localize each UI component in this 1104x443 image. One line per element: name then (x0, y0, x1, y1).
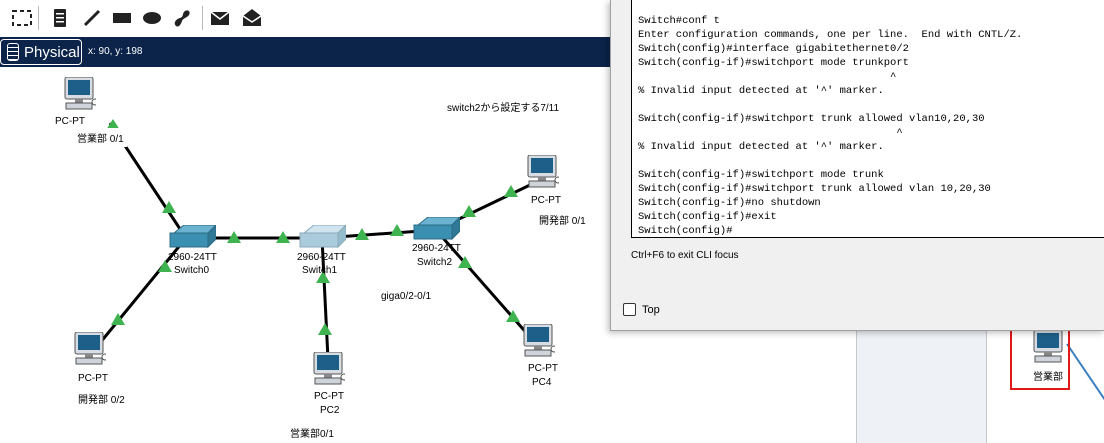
top-checkbox-box[interactable] (623, 303, 636, 316)
topology-canvas[interactable]: PC-PT 営業部 0/1 PC-PT 開発部 0/2 PC-PT PC2 営業… (0, 67, 612, 443)
physical-mode-label: Physical (24, 43, 80, 61)
note-icon[interactable] (48, 6, 72, 30)
switch1-device[interactable] (298, 223, 348, 251)
selection-highlight (1010, 322, 1070, 390)
complex-pdu-icon[interactable] (240, 6, 264, 30)
pc0-note[interactable]: 営業部 0/1 (74, 128, 127, 147)
physical-icon (7, 43, 19, 61)
marquee-icon[interactable] (10, 6, 34, 30)
cli-terminal[interactable]: Switch#conf t Enter configuration comman… (631, 0, 1104, 238)
link-light (318, 323, 332, 335)
pc1-note[interactable]: 開発部 0/2 (75, 389, 128, 408)
simple-pdu-icon[interactable] (208, 6, 232, 30)
switch1-model-label: 2960-24TT (297, 252, 346, 263)
toolbar-separator (38, 6, 39, 30)
cli-window: Switch#conf t Enter configuration comman… (610, 0, 1104, 331)
switch2-device[interactable] (412, 215, 462, 243)
switch0-name-label: Switch0 (174, 265, 210, 276)
switch2-name-label: Switch2 (417, 257, 453, 268)
pc1-model-label: PC-PT (78, 373, 108, 384)
switch0-device[interactable] (168, 223, 218, 251)
pc2-model-label: PC-PT (314, 391, 344, 402)
pc2-note[interactable]: 営業部0/1 (287, 423, 337, 442)
pc3-model-label: PC-PT (531, 195, 561, 206)
switch1-name-label: Switch1 (302, 265, 338, 276)
top-checkbox-label: Top (642, 303, 660, 316)
pc4-name-label: PC4 (532, 377, 552, 388)
switch0-model-label: 2960-24TT (168, 252, 217, 263)
pc2-device[interactable] (311, 351, 348, 388)
pc2-name-label: PC2 (320, 405, 340, 416)
freeform-icon[interactable] (170, 6, 194, 30)
config-start-note[interactable]: switch2から設定する7/11 (443, 95, 564, 126)
pc4-model-label: PC-PT (528, 363, 558, 374)
rectangle-icon[interactable] (110, 6, 134, 30)
switch2-model-label: 2960-24TT (412, 243, 461, 254)
pc4-device[interactable] (521, 323, 558, 360)
toolbar-separator (202, 6, 203, 30)
uplink-port-note[interactable]: giga0/2-0/1 (378, 289, 435, 304)
pc3-note[interactable]: 開発部 0/1 (536, 210, 589, 229)
pc3-device[interactable] (525, 154, 562, 191)
pc1-device[interactable] (72, 331, 109, 368)
link-light (390, 224, 404, 236)
workspace-mode-bar: Physical x: 90, y: 198 (0, 37, 612, 67)
cli-output: Switch#conf t Enter configuration comman… (638, 15, 1023, 237)
top-checkbox[interactable]: Top (623, 303, 660, 316)
pc0-model-label: PC-PT (55, 116, 85, 127)
cursor-coordinates: x: 90, y: 198 (88, 46, 143, 57)
pc0-device[interactable] (62, 76, 99, 113)
line-icon[interactable] (80, 6, 104, 30)
drawing-toolbar (0, 0, 612, 36)
physical-mode-button[interactable]: Physical (0, 39, 82, 65)
background-panel (856, 330, 987, 443)
cli-focus-hint: Ctrl+F6 to exit CLI focus (631, 250, 739, 261)
ellipse-icon[interactable] (140, 6, 164, 30)
